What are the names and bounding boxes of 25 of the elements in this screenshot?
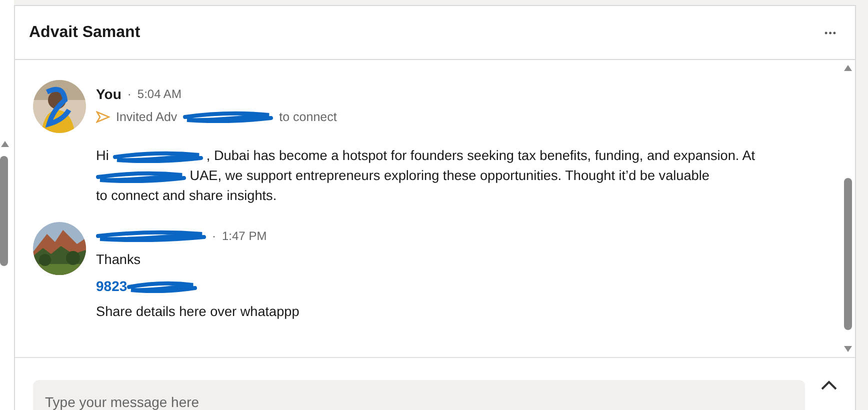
- message-text: Thanks: [96, 251, 141, 270]
- invite-text: to connect: [279, 110, 337, 124]
- message-text: to connect and share insights.: [96, 187, 277, 206]
- sender-name: You: [96, 86, 122, 102]
- message-text: UAE, we support entrepreneurs exploring these opportunities. Thought it’d be valuable: [190, 167, 710, 186]
- separator-dot: ·: [212, 229, 216, 244]
- scrollbar-thumb[interactable]: [844, 178, 852, 330]
- message-text: Share details here over whatappp: [96, 303, 300, 322]
- message-input[interactable]: Type your message here: [33, 380, 805, 410]
- message-time: 5:04 AM: [137, 87, 182, 102]
- separator-dot: ·: [127, 87, 132, 102]
- more-options-button[interactable]: •••: [820, 24, 841, 42]
- chevron-up-icon[interactable]: [821, 380, 837, 390]
- invite-text: Invited Adv: [116, 110, 178, 124]
- message-time: 1:47 PM: [222, 229, 267, 244]
- phone-link[interactable]: 9823: [96, 278, 128, 294]
- scroll-up-arrow[interactable]: [843, 64, 853, 72]
- scroll-up-arrow[interactable]: [0, 140, 10, 148]
- conversation-title: Advait Samant: [29, 24, 140, 42]
- scroll-down-arrow[interactable]: [843, 345, 853, 353]
- send-icon: [96, 111, 110, 124]
- redaction-scribble: [127, 281, 198, 294]
- scrollbar-thumb[interactable]: [0, 156, 8, 266]
- message-text: Hi: [96, 147, 109, 166]
- message-text: , Dubai has become a hotspot for founders seeking tax benefits, funding, and expansion. At: [206, 147, 756, 166]
